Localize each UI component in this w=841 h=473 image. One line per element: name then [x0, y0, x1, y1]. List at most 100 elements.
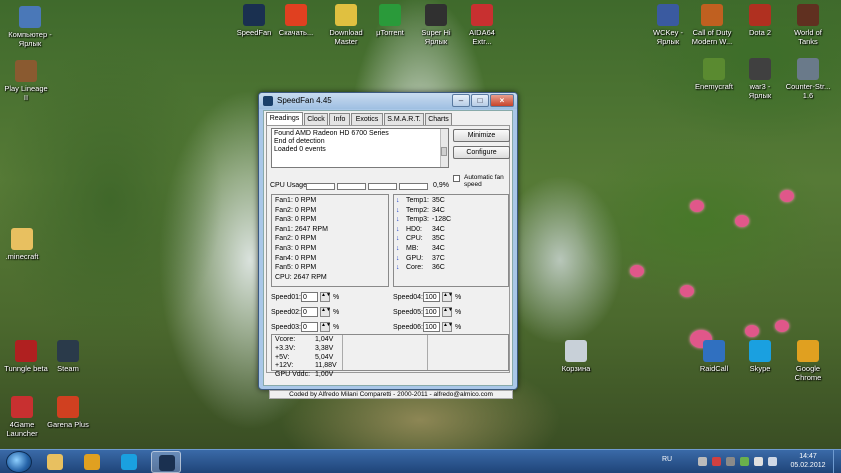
fan-reading: Fan3: 0 RPM: [275, 244, 317, 252]
show-hidden-icons-icon[interactable]: [698, 457, 707, 466]
explorer-icon: [47, 454, 63, 470]
language-indicator[interactable]: RU: [662, 456, 672, 463]
speed-control: Speed01: 0 ▲▼%: [271, 292, 351, 303]
spinner-arrows-icon[interactable]: ▲▼: [320, 307, 331, 317]
temperature-row: ↓ Temp2: 34C: [396, 206, 506, 216]
event-log[interactable]: Found AMD Radeon HD 6700 Series End of d…: [271, 128, 449, 168]
fan-reading: CPU: 2647 RPM: [275, 273, 327, 281]
desktop-icon[interactable]: Steam: [38, 340, 98, 373]
maximize-window-button[interactable]: □: [471, 94, 489, 107]
voltage-label: GPU Vddc:: [275, 371, 311, 379]
taskbar-button[interactable]: [151, 451, 181, 473]
speed-label: Speed02:: [271, 309, 301, 316]
tray-app-icon[interactable]: [726, 457, 735, 466]
temperature-row: ↓ GPU: 37C: [396, 254, 506, 264]
flower-decoration: [690, 200, 704, 212]
desktop-icon[interactable]: Play Lineage II: [0, 60, 56, 102]
desktop-icon[interactable]: AIDA64 Extr...: [452, 4, 512, 46]
garena-icon: [57, 396, 79, 418]
configure-button[interactable]: Configure: [453, 146, 510, 159]
speed-input[interactable]: 0: [301, 322, 318, 332]
minimize-button[interactable]: Minimize: [453, 129, 510, 142]
spinner-arrows-icon[interactable]: ▲▼: [442, 292, 453, 302]
down-arrow-icon: ↓: [396, 244, 400, 252]
cpu-usage-bar: [399, 183, 428, 190]
speed-input[interactable]: 100: [423, 322, 440, 332]
desktop-icon-label: RaidCall: [699, 364, 729, 373]
desktop-icon[interactable]: Google Chrome: [778, 340, 838, 382]
tab-charts[interactable]: Charts: [425, 113, 452, 125]
cpu-usage-row: CPU Usage 0,9%: [270, 182, 449, 192]
temperature-label: MB:: [406, 244, 419, 252]
taskbar-button[interactable]: [114, 451, 144, 473]
spinner-arrows-icon[interactable]: ▲▼: [320, 322, 331, 332]
voltage-label: +5V:: [275, 353, 290, 361]
desktop-icon[interactable]: Garena Plus: [38, 396, 98, 429]
log-scrollbar[interactable]: [440, 129, 448, 167]
desktop-icon[interactable]: Компьютер - Ярлык: [0, 6, 60, 48]
tray-app-icon[interactable]: [712, 457, 721, 466]
desktop-icon[interactable]: .minecraft: [0, 228, 52, 261]
taskbar-button[interactable]: [77, 451, 107, 473]
desktop-icon[interactable]: World of Tanks: [778, 4, 838, 46]
tray-app-icon[interactable]: [740, 457, 749, 466]
tunngle-icon: [15, 340, 37, 362]
temperature-label: Temp3:: [406, 216, 429, 224]
minimize-window-button[interactable]: –: [452, 94, 470, 107]
fan-reading: Fan1: 0 RPM: [275, 197, 317, 204]
spinner-arrows-icon[interactable]: ▲▼: [442, 322, 453, 332]
cs-icon: [797, 58, 819, 80]
show-desktop-button[interactable]: [833, 450, 841, 473]
temperature-value: 34C: [432, 225, 445, 233]
desktop-icon-label: µTorrent: [376, 28, 404, 37]
tab-exotics[interactable]: Exotics: [351, 113, 383, 125]
skype-icon: [121, 454, 137, 470]
speed-input[interactable]: 100: [423, 307, 440, 317]
voltage-row: +3.3V: 3,38V: [275, 345, 505, 354]
tab-readings[interactable]: Readings: [266, 112, 303, 125]
temperature-value: 34C: [432, 244, 445, 252]
desktop-icon-label: WCKey - Ярлык: [653, 28, 683, 46]
speed-input[interactable]: 0: [301, 307, 318, 317]
4game-icon: [11, 396, 33, 418]
speed-input[interactable]: 0: [301, 292, 318, 302]
fan-reading: Fan5: 0 RPM: [275, 264, 317, 272]
spinner-arrows-icon[interactable]: ▲▼: [320, 292, 331, 302]
voltage-readings: Vcore: 1,04V +3.3V: 3,38V +5V: 5,04V +12V: 11,8…: [271, 334, 509, 378]
temperature-label: HD0:: [406, 225, 422, 233]
network-icon[interactable]: [754, 457, 763, 466]
tab-clock[interactable]: Clock: [304, 113, 328, 125]
utorrent-icon: [379, 4, 401, 26]
status-bar: Coded by Alfredo Milani Comparetti - 200…: [269, 390, 513, 399]
desktop-icon-label: Steam: [57, 364, 79, 373]
clock[interactable]: 14:47 05.02.2012: [788, 452, 828, 470]
flower-decoration: [775, 320, 789, 332]
scroll-thumb[interactable]: [441, 147, 447, 156]
automatic-fan-speed[interactable]: Automatic fan speed: [453, 174, 509, 188]
volume-icon[interactable]: [768, 457, 777, 466]
aida-icon: [471, 4, 493, 26]
taskbar-button[interactable]: [40, 451, 70, 473]
log-line: Found AMD Radeon HD 6700 Series: [274, 130, 389, 137]
title-bar[interactable]: SpeedFan 4.45 – □ ×: [259, 93, 517, 109]
flower-decoration: [735, 215, 749, 227]
dota-icon: [749, 4, 771, 26]
desktop-icon[interactable]: Корзина: [546, 340, 606, 373]
speed-label: Speed04:: [393, 294, 423, 301]
voltage-value: 1,00V: [315, 371, 334, 379]
tab-info[interactable]: Info: [329, 113, 350, 125]
percent-sign: %: [333, 294, 340, 301]
wckey-icon: [657, 4, 679, 26]
temperature-value: 35C: [432, 235, 445, 243]
close-window-button[interactable]: ×: [490, 94, 514, 107]
desktop-icon[interactable]: Counter-Str... 1.6: [778, 58, 838, 100]
start-button[interactable]: [6, 451, 32, 473]
automatic-fan-label: Automatic fan speed: [464, 174, 504, 188]
log-line: Loaded 0 events: [274, 146, 326, 153]
spinner-arrows-icon[interactable]: ▲▼: [442, 307, 453, 317]
desktop-icon-label: Скачать...: [278, 28, 314, 37]
desktop-icon-label: Enemycraft: [695, 82, 733, 91]
speed-input[interactable]: 100: [423, 292, 440, 302]
automatic-fan-checkbox[interactable]: [453, 175, 460, 182]
tab-smart[interactable]: S.M.A.R.T.: [384, 113, 424, 125]
